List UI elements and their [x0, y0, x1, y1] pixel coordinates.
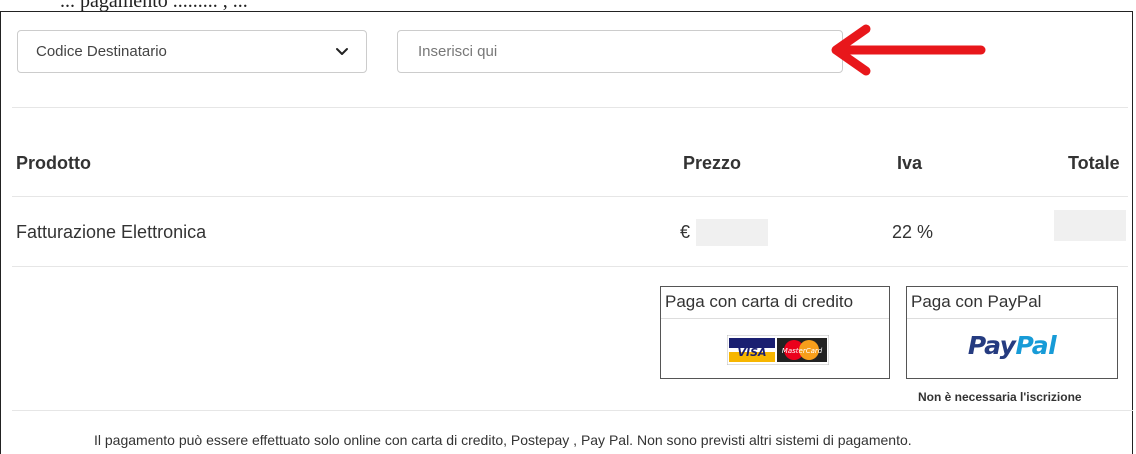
recipient-type-selected: Codice Destinatario: [36, 43, 167, 60]
divider: [12, 266, 1128, 267]
mastercard-text: MasterCard: [782, 347, 823, 355]
header-total: Totale: [1068, 153, 1120, 173]
visa-text: VISA: [737, 346, 766, 359]
pay-paypal-title: Paga con PayPal: [907, 287, 1117, 319]
paypal-logo-pay: Pay: [967, 331, 1016, 360]
paypal-note: Non è necessaria l'iscrizione: [918, 390, 1082, 404]
paypal-logo: PayPal: [907, 331, 1117, 360]
header-product: Prodotto: [16, 153, 91, 173]
annotation-arrow-icon: [831, 24, 986, 76]
recipient-type-select[interactable]: Codice Destinatario: [17, 30, 367, 73]
divider: [12, 410, 1133, 411]
divider: [12, 196, 1128, 197]
redacted-price: [696, 219, 768, 246]
row-product: Fatturazione Elettronica: [16, 222, 207, 242]
row-price-currency: €: [680, 222, 691, 242]
divider: [12, 107, 1128, 108]
pay-card-button[interactable]: Paga con carta di credito VISA MasterCar…: [660, 286, 890, 379]
visa-mastercard-logo: VISA MasterCard: [727, 335, 829, 365]
recipient-code-input[interactable]: [397, 30, 843, 73]
paypal-logo-pal: Pal: [1015, 331, 1057, 360]
chevron-down-icon: [336, 48, 348, 55]
pay-card-title: Paga con carta di credito: [661, 287, 889, 319]
header-vat: Iva: [897, 153, 923, 173]
row-vat: 22 %: [892, 222, 934, 242]
pay-paypal-button[interactable]: Paga con PayPal PayPal: [906, 286, 1118, 379]
payment-footer-note: Il pagamento può essere effettuato solo …: [94, 432, 912, 448]
header-price: Prezzo: [683, 153, 742, 173]
redacted-total: [1054, 210, 1126, 241]
